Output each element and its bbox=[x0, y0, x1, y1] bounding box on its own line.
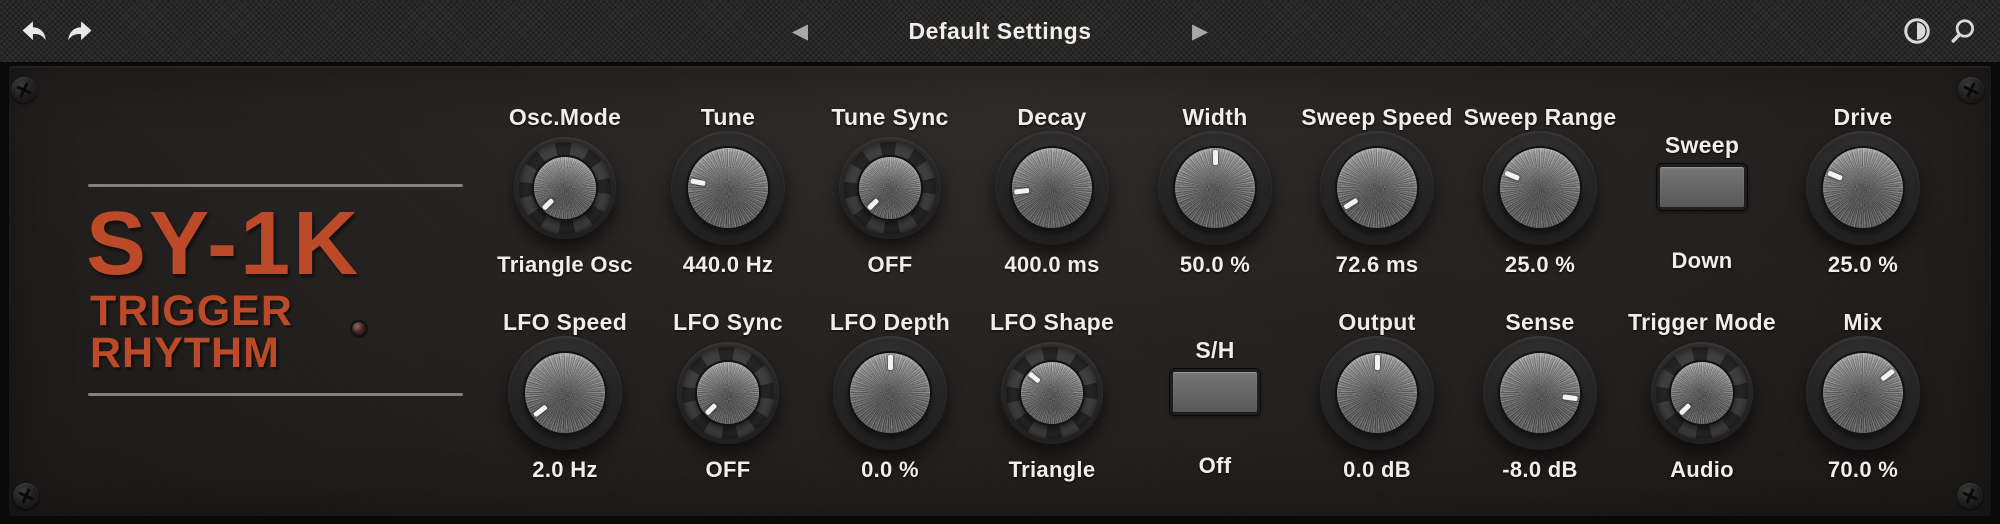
knob-sweep-range[interactable] bbox=[1483, 131, 1597, 245]
undo-icon bbox=[18, 14, 50, 48]
subtitle-line-1: TRIGGER bbox=[90, 291, 293, 331]
knob-cap bbox=[1010, 146, 1094, 230]
preset-name[interactable]: Default Settings bbox=[890, 18, 1110, 45]
knob-decay[interactable] bbox=[995, 131, 1109, 245]
view-buttons bbox=[1902, 0, 1978, 62]
subtitle-line-2: RHYTHM bbox=[90, 333, 280, 373]
sweep-button[interactable] bbox=[1657, 164, 1747, 210]
knob-indicator bbox=[705, 403, 718, 416]
preset-navigator: ◀ Default Settings ▶ bbox=[792, 0, 1208, 62]
knob-width[interactable] bbox=[1158, 131, 1272, 245]
knob-tune-sync[interactable] bbox=[839, 137, 941, 239]
knob-indicator bbox=[1375, 355, 1380, 370]
knob-drive[interactable] bbox=[1806, 131, 1920, 245]
sh-button[interactable] bbox=[1170, 369, 1260, 415]
control-mix: Mix 70.0 % bbox=[1763, 305, 1963, 487]
next-triangle-icon: ▶ bbox=[1192, 21, 1208, 42]
top-bar: ◀ Default Settings ▶ bbox=[0, 0, 2000, 62]
knob-indicator bbox=[1827, 171, 1843, 181]
knob-sense[interactable] bbox=[1483, 336, 1597, 450]
knob-indicator bbox=[867, 198, 880, 211]
knob-cap bbox=[1335, 146, 1419, 230]
knob-indicator bbox=[1562, 394, 1578, 401]
knob-cap bbox=[523, 351, 607, 435]
magnifier-icon bbox=[1948, 16, 1978, 46]
undo-button[interactable] bbox=[18, 14, 50, 48]
brand-divider-top bbox=[88, 184, 463, 187]
knob-lfo-depth[interactable] bbox=[833, 336, 947, 450]
knob-lfo-speed[interactable] bbox=[508, 336, 622, 450]
knob-cap bbox=[1669, 360, 1735, 426]
control-label: Drive bbox=[1763, 104, 1963, 131]
redo-button[interactable] bbox=[64, 14, 96, 48]
knob-indicator bbox=[1027, 372, 1040, 384]
screw-top-left bbox=[11, 77, 37, 103]
knob-indicator bbox=[1880, 368, 1895, 381]
knob-cap bbox=[1821, 146, 1905, 230]
knob-cap bbox=[1173, 146, 1257, 230]
knob-indicator bbox=[1504, 171, 1520, 181]
preset-next-button[interactable]: ▶ bbox=[1192, 21, 1208, 42]
knob-indicator bbox=[542, 198, 555, 211]
status-led bbox=[352, 322, 366, 336]
knob-indicator bbox=[888, 355, 893, 370]
knob-indicator bbox=[1679, 403, 1692, 416]
history-buttons bbox=[18, 0, 96, 62]
screw-bottom-left bbox=[13, 483, 39, 509]
contrast-toggle-button[interactable] bbox=[1902, 16, 1932, 46]
control-drive: Drive 25.0 % bbox=[1763, 100, 1963, 282]
control-label: Mix bbox=[1763, 309, 1963, 336]
brand-divider-bottom bbox=[88, 393, 463, 396]
redo-icon bbox=[64, 14, 96, 48]
preset-prev-button[interactable]: ◀ bbox=[792, 21, 808, 42]
plugin-window: ◀ Default Settings ▶ bbox=[0, 0, 2000, 524]
knob-output[interactable] bbox=[1320, 336, 1434, 450]
knob-tune[interactable] bbox=[671, 131, 785, 245]
knob-indicator bbox=[533, 405, 548, 418]
knob-lfo-shape[interactable] bbox=[1001, 342, 1103, 444]
knob-cap bbox=[1335, 351, 1419, 435]
knob-indicator bbox=[1343, 198, 1358, 210]
control-value: 70.0 % bbox=[1763, 457, 1963, 483]
knob-cap bbox=[1019, 360, 1085, 426]
zoom-button[interactable] bbox=[1948, 16, 1978, 46]
knob-sweep-speed[interactable] bbox=[1320, 131, 1434, 245]
knob-indicator bbox=[690, 179, 706, 187]
model-name: SY-1K bbox=[86, 208, 361, 280]
knob-cap bbox=[532, 155, 598, 221]
knob-cap bbox=[1821, 351, 1905, 435]
prev-triangle-icon: ◀ bbox=[792, 21, 808, 42]
knob-trigger-mode[interactable] bbox=[1651, 342, 1753, 444]
knob-cap bbox=[1498, 351, 1582, 435]
knob-cap bbox=[686, 146, 770, 230]
knob-cap bbox=[857, 155, 923, 221]
knob-osc-mode[interactable] bbox=[514, 137, 616, 239]
knob-cap bbox=[1498, 146, 1582, 230]
knob-indicator bbox=[1213, 150, 1218, 165]
knob-indicator bbox=[1014, 188, 1029, 195]
knob-cap bbox=[695, 360, 761, 426]
knob-lfo-sync[interactable] bbox=[677, 342, 779, 444]
knob-mix[interactable] bbox=[1806, 336, 1920, 450]
knob-cap bbox=[848, 351, 932, 435]
contrast-icon bbox=[1902, 16, 1932, 46]
control-value: 25.0 % bbox=[1763, 252, 1963, 278]
